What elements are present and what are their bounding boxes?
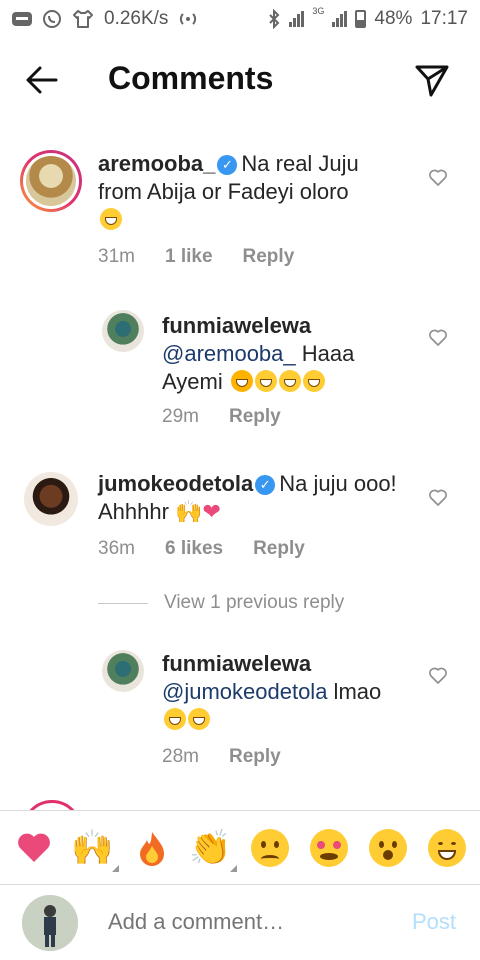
reply-button[interactable]: Reply: [243, 246, 295, 268]
status-bar: 0.26K/s 3G 48% 17:17: [0, 0, 480, 38]
divider-line: [98, 602, 148, 604]
reply-button[interactable]: Reply: [229, 406, 281, 428]
battery-level: 48%: [374, 8, 413, 29]
like-heart-icon[interactable]: [428, 328, 448, 348]
mention-link[interactable]: @jumokeodetola: [162, 679, 327, 704]
heart-eyes-icon: [309, 828, 348, 867]
raised-hands-emoji: 🙌: [175, 500, 203, 525]
heart-icon: [17, 833, 50, 862]
reply-button[interactable]: Reply: [229, 746, 281, 768]
avatar-jumokeodetola[interactable]: [24, 472, 78, 526]
shirt-icon: [73, 10, 93, 28]
like-heart-icon[interactable]: [428, 666, 448, 686]
comment-time: 28m: [162, 746, 199, 767]
add-comment-bar: Post: [0, 884, 480, 960]
bluetooth-icon: [269, 9, 280, 29]
header: Comments: [0, 48, 480, 110]
comment-body: funmiawelewa @aremooba_ Haaa Ayemi: [162, 312, 402, 396]
back-arrow-icon: [26, 66, 58, 94]
signal-icon: [289, 11, 305, 27]
skin-tone-indicator: [229, 864, 237, 872]
grinning-squint-emoji: [164, 708, 186, 730]
battery-icon: [355, 10, 367, 28]
heart-emoji-button[interactable]: [12, 826, 56, 870]
comment-username[interactable]: aremooba_: [98, 151, 215, 176]
grinning-squint-emoji: [188, 708, 210, 730]
comment-time: 36m: [98, 538, 135, 559]
avatar-funmiawelewa[interactable]: [102, 310, 144, 352]
signal-icon-2: [332, 11, 348, 27]
sad-face-emoji-button[interactable]: [248, 826, 292, 870]
comment-body: jumokeodetola ✓ Na juju ooo! Ahhhhr 🙌❤: [98, 470, 398, 527]
raised-hands-icon: 🙌: [71, 827, 114, 868]
view-previous-replies[interactable]: View 1 previous reply: [98, 592, 344, 614]
grinning-squint-emoji: [302, 370, 325, 392]
avatar-aremooba[interactable]: [20, 150, 82, 212]
hotspot-icon: [180, 13, 197, 25]
send-icon: [415, 65, 449, 97]
skin-tone-indicator: [111, 864, 119, 872]
comment-meta: 31m 1 like Reply: [98, 246, 294, 268]
whatsapp-icon: [43, 10, 61, 28]
comment-username[interactable]: funmiawelewa: [162, 651, 311, 676]
network-type: 3G: [312, 6, 325, 16]
comment-username[interactable]: jumokeodetola: [98, 471, 253, 496]
emoji-reaction-bar: 🙌 👏: [0, 810, 480, 884]
fire-emoji-button[interactable]: [130, 826, 174, 870]
verified-icon: ✓: [217, 155, 238, 175]
clapping-hands-icon: 👏: [189, 827, 232, 868]
comment-meta: 28m Reply: [162, 746, 281, 768]
raised-hands-emoji-button[interactable]: 🙌: [71, 826, 119, 872]
comment-time: 29m: [162, 406, 199, 427]
user-photo: [22, 895, 78, 951]
like-count[interactable]: 6 likes: [165, 538, 223, 560]
surprised-emoji: [230, 370, 253, 392]
back-button[interactable]: [24, 62, 60, 98]
network-speed: 0.26K/s: [104, 8, 169, 29]
clock: 17:17: [420, 8, 468, 29]
grinning-squint-emoji: [100, 208, 122, 230]
comment-text: lmao: [327, 679, 382, 704]
grinning-squint-emoji: [278, 370, 301, 392]
comment-username[interactable]: funmiawelewa: [162, 313, 311, 338]
verified-icon: ✓: [255, 475, 276, 495]
avatar-funmiawelewa[interactable]: [102, 650, 144, 692]
heart-eyes-emoji-button[interactable]: [307, 826, 351, 870]
clapping-hands-emoji-button[interactable]: 👏: [189, 826, 237, 872]
comment-meta: 29m Reply: [162, 406, 281, 428]
view-replies-label: View 1 previous reply: [164, 592, 345, 613]
grinning-squint-icon: [427, 828, 466, 867]
grinning-squint-emoji-button[interactable]: [425, 826, 469, 870]
comment-body: aremooba_ ✓ Na real Juju from Abija or Fad…: [98, 150, 398, 234]
message-icon: [12, 12, 32, 26]
comment-meta: 36m 6 likes Reply: [98, 538, 305, 560]
comment-body: funmiawelewa @jumokeodetola lmao: [162, 650, 422, 734]
heart-emoji: ❤: [202, 500, 221, 525]
mention-link[interactable]: @aremooba_: [162, 341, 296, 366]
comment-time: 31m: [98, 246, 135, 267]
fire-icon: [139, 831, 164, 866]
current-user-avatar: [22, 895, 78, 951]
surprised-face-emoji-button[interactable]: [366, 826, 410, 870]
like-heart-icon[interactable]: [428, 488, 448, 508]
share-button[interactable]: [414, 62, 450, 98]
sad-face-icon: [250, 828, 289, 867]
grinning-squint-emoji: [254, 370, 277, 392]
like-heart-icon[interactable]: [428, 168, 448, 188]
post-button[interactable]: Post: [412, 909, 456, 935]
like-count[interactable]: 1 like: [165, 246, 213, 268]
surprised-face-icon: [368, 828, 407, 867]
reply-button[interactable]: Reply: [253, 538, 305, 560]
add-comment-input[interactable]: [108, 909, 388, 935]
page-title: Comments: [108, 60, 274, 96]
